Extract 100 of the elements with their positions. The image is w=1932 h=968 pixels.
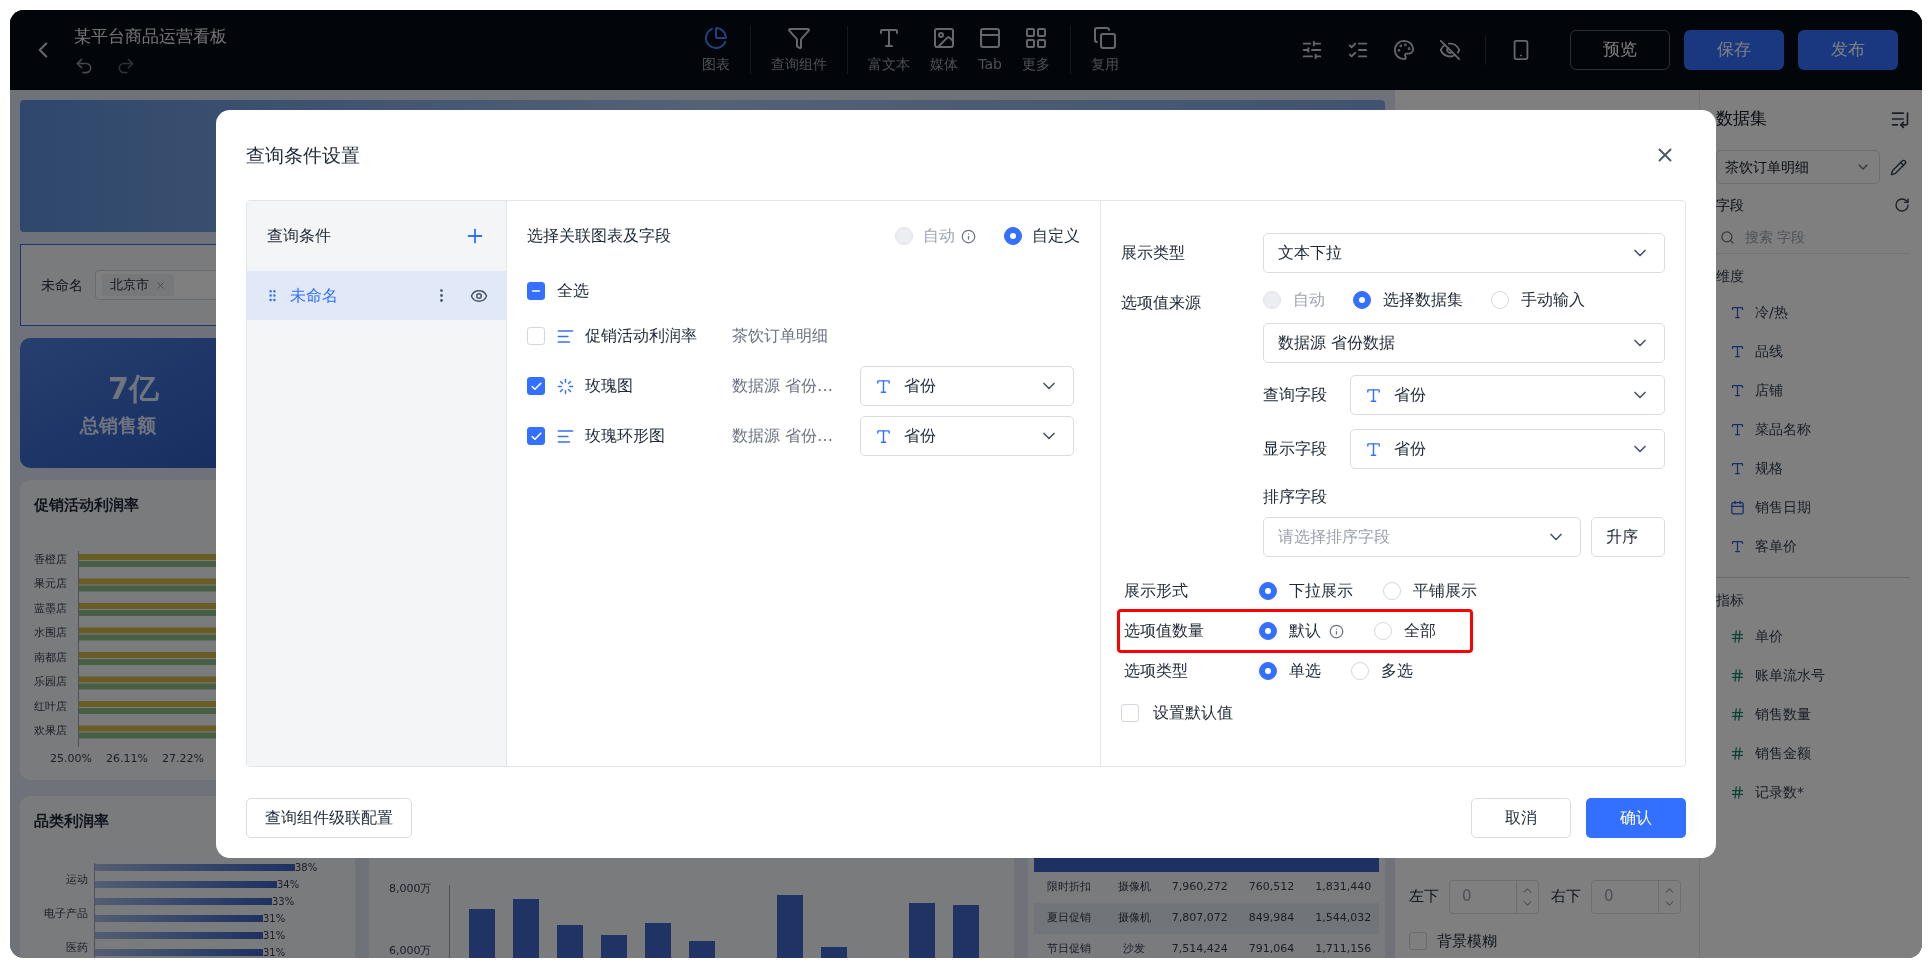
condition-item[interactable]: 未命名 [247, 271, 506, 320]
display-type-select[interactable]: 文本下拉 [1263, 233, 1665, 273]
toolbar-tool[interactable]: 复用 [1081, 25, 1129, 75]
axis-label: 南都店 [34, 649, 68, 666]
field-item[interactable]: 冷/热 [1716, 294, 1910, 331]
table-cell-text: 节日促销 [1046, 940, 1092, 957]
axis-label: 欢果店 [34, 723, 68, 739]
radio-label: 自定义 [1032, 225, 1080, 247]
field-item[interactable]: 菜品名称 [1716, 411, 1910, 448]
field-item[interactable]: 账单流水号 [1716, 657, 1910, 694]
bar [821, 946, 847, 958]
sort-field-select[interactable]: 请选择排序字段 [1263, 517, 1581, 557]
field-select[interactable]: 省份 [860, 416, 1074, 456]
table-cell-text: 791,064 [1247, 940, 1296, 957]
bar [777, 894, 803, 958]
field-select[interactable]: 省份 [860, 366, 1074, 406]
form-label: 查询字段 [1263, 384, 1328, 406]
radio[interactable] [1004, 227, 1022, 245]
field-item[interactable]: 记录数* [1716, 774, 1910, 811]
eye-off-icon[interactable] [1439, 39, 1461, 61]
field-item[interactable]: 销售数量 [1716, 696, 1910, 733]
toolbar-tool[interactable]: 媒体 [920, 25, 968, 75]
panel-title: 查询条件 [267, 225, 331, 247]
text-icon [875, 427, 892, 445]
info-icon[interactable] [1329, 623, 1344, 639]
text-icon [1730, 383, 1745, 398]
section-title: 字段 [1716, 195, 1744, 215]
axis-label: 医药 [66, 939, 88, 956]
toolbar-tool[interactable]: 查询组件 [761, 25, 837, 75]
undo-icon[interactable] [74, 55, 94, 76]
confirm-button[interactable]: 确认 [1586, 798, 1686, 838]
value-label: 34% [277, 878, 300, 892]
axis-label: 红叶店 [34, 698, 68, 715]
field-select[interactable]: 省份 [1350, 375, 1665, 415]
text-icon [1730, 539, 1745, 554]
dataset-select[interactable]: 茶饮订单明细 [1716, 150, 1880, 184]
text-icon [1365, 386, 1382, 404]
sort-order-select[interactable]: 升序 [1591, 517, 1665, 557]
section-title: 指标 [1716, 591, 1745, 610]
checkbox-label: 设置默认值 [1153, 702, 1233, 724]
refresh-icon[interactable] [1894, 197, 1910, 213]
checkbox[interactable] [527, 377, 545, 395]
toolbar-button[interactable]: 发布 [1798, 30, 1898, 70]
chart-source: 茶饮订单明细 [732, 325, 829, 347]
cancel-button[interactable]: 取消 [1471, 798, 1571, 838]
table-cell-text: 1,544,032 [1314, 909, 1373, 926]
radio-label: 多选 [1381, 660, 1413, 682]
kpi-value: 7亿 [107, 370, 159, 409]
field-item[interactable]: 销售金额 [1716, 735, 1910, 772]
palette-icon[interactable] [1393, 39, 1415, 61]
toolbar-button[interactable]: 预览 [1570, 30, 1670, 70]
text-icon [1730, 461, 1745, 476]
field-select[interactable]: 省份 [1350, 429, 1665, 469]
sliders-icon[interactable] [1301, 39, 1323, 61]
checkbox[interactable] [527, 427, 545, 445]
axis-tick-label: 6,000万 [389, 943, 433, 958]
text-icon [1730, 422, 1745, 437]
dialog-title: 查询条件设置 [246, 142, 360, 168]
text-icon [1730, 344, 1745, 359]
form-label: 排序字段 [1263, 486, 1328, 508]
copy-icon [1093, 25, 1117, 50]
toolbar-tool[interactable]: 图表 [692, 25, 740, 75]
data-source-select[interactable]: 数据源 省份数据 [1263, 323, 1665, 363]
chart-name: 玫瑰图 [585, 375, 634, 397]
field-item[interactable]: 销售日期 [1716, 489, 1910, 526]
radio-label: 全部 [1404, 620, 1436, 642]
table-cell-text: 7,514,424 [1170, 940, 1229, 957]
hash-icon [1730, 707, 1745, 722]
bar [909, 902, 935, 958]
table-cell-text: 限时折扣 [1046, 878, 1092, 895]
section-title: 维度 [1716, 267, 1745, 286]
chart-source: 数据源 省份… [732, 375, 835, 397]
radio[interactable] [1259, 662, 1277, 680]
toolbar-button[interactable]: 保存 [1684, 30, 1784, 70]
table-cell-text: 摄像机 [1116, 878, 1152, 895]
field-item[interactable]: 店铺 [1716, 372, 1910, 409]
radio[interactable] [1259, 622, 1277, 640]
field-item[interactable]: 客单价 [1716, 528, 1910, 565]
bar [601, 934, 627, 958]
field-item[interactable]: 单价 [1716, 618, 1910, 655]
menu-icon[interactable] [1890, 109, 1910, 129]
toolbar-tool[interactable]: 富文本 [858, 25, 920, 75]
hash-icon [1730, 746, 1745, 761]
edit-icon[interactable] [1890, 158, 1907, 176]
filter-tag[interactable]: 北京市 [102, 274, 174, 296]
checkbox[interactable] [527, 282, 545, 300]
toolbar-tool[interactable]: 更多 [1012, 25, 1060, 75]
grid-icon [1024, 25, 1048, 50]
field-item[interactable]: 品线 [1716, 333, 1910, 370]
table-cell-text: 1,831,440 [1314, 878, 1373, 895]
field-item[interactable]: 规格 [1716, 450, 1910, 487]
radio-label: 选择数据集 [1383, 289, 1463, 311]
value-label: 31% [263, 946, 286, 958]
axis-label: 乐园店 [34, 674, 68, 690]
table-cell-text: 849,984 [1247, 909, 1296, 926]
cascade-config-button[interactable]: 查询组件级联配置 [246, 798, 412, 838]
radio[interactable] [1259, 582, 1277, 600]
toolbar-tool[interactable]: Tab [968, 25, 1012, 75]
section-title: 选择关联图表及字段 [527, 225, 671, 247]
radio[interactable] [1353, 291, 1371, 309]
